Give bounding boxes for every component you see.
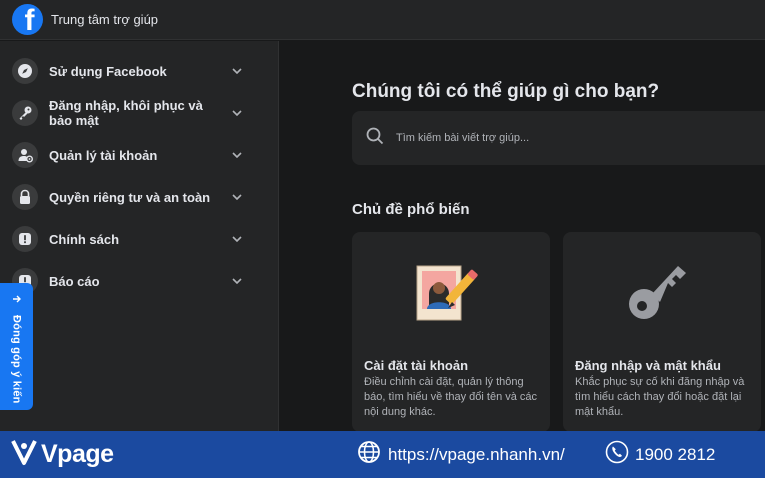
card-title: Đăng nhập và mật khẩu xyxy=(575,358,721,373)
brand-name: Vpage xyxy=(41,440,114,468)
popular-topics-heading: Chủ đề phổ biến xyxy=(352,201,470,218)
vpage-logo-icon xyxy=(11,437,37,472)
chevron-down-icon xyxy=(229,189,245,205)
card-description: Khắc phục sự cố khi đăng nhập và tìm hiể… xyxy=(575,376,745,418)
sidebar-item-label: Báo cáo xyxy=(49,273,100,289)
sidebar-item-label: Chính sách xyxy=(49,231,120,247)
globe-icon xyxy=(357,440,381,469)
card-description: Điều chỉnh cài đặt, quản lý thông báo, t… xyxy=(364,376,538,418)
phone-icon xyxy=(605,440,629,469)
sidebar-item-reports[interactable]: Báo cáo xyxy=(0,260,278,302)
phone-link[interactable]: 1900 2812 xyxy=(605,431,715,478)
chevron-down-icon xyxy=(229,273,245,289)
topic-card-account-settings[interactable]: Cài đặt tài khoản Điều chỉnh cài đặt, qu… xyxy=(352,232,550,432)
chevron-down-icon xyxy=(229,105,245,121)
key-illustration xyxy=(563,252,761,332)
top-header: f Trung tâm trợ giúp xyxy=(0,0,765,40)
arrow-right-icon xyxy=(12,291,22,309)
sidebar-item-label: Sử dụng Facebook xyxy=(49,63,167,79)
topic-card-login-password[interactable]: Đăng nhập và mật khẩu Khắc phục sự cố kh… xyxy=(563,232,761,432)
feedback-label: Đóng góp ý kiến xyxy=(10,315,23,404)
app-title[interactable]: Trung tâm trợ giúp xyxy=(51,12,158,27)
account-settings-illustration xyxy=(352,252,550,332)
search-icon xyxy=(366,127,384,150)
page-title: Chúng tôi có thể giúp gì cho bạn? xyxy=(352,81,660,102)
brand-logo: Vpage xyxy=(11,437,114,472)
facebook-logo-icon[interactable]: f xyxy=(12,4,43,35)
alert-icon xyxy=(12,226,38,252)
website-link[interactable]: https://vpage.nhanh.vn/ xyxy=(357,431,565,478)
brand-banner: Vpage https://vpage.nhanh.vn/ 1900 2812 xyxy=(0,431,765,478)
phone-number: 1900 2812 xyxy=(635,444,716,464)
search-input[interactable]: Tìm kiếm bài viết trợ giúp... xyxy=(352,111,765,165)
sidebar: Sử dụng Facebook Đăng nhập, khôi phục và… xyxy=(0,41,279,431)
sidebar-item-label: Quản lý tài khoản xyxy=(49,147,158,163)
key-icon xyxy=(12,100,38,126)
sidebar-item-label: Quyền riêng tư và an toàn xyxy=(49,189,211,205)
chevron-down-icon xyxy=(229,231,245,247)
sidebar-item-using-facebook[interactable]: Sử dụng Facebook xyxy=(0,50,278,92)
sidebar-item-account-management[interactable]: Quản lý tài khoản xyxy=(0,134,278,176)
compass-icon xyxy=(12,58,38,84)
user-settings-icon xyxy=(12,142,38,168)
card-title: Cài đặt tài khoản xyxy=(364,358,469,373)
sidebar-item-policies[interactable]: Chính sách xyxy=(0,218,278,260)
sidebar-item-label: Đăng nhập, khôi phục và bảo mật xyxy=(49,98,203,128)
chevron-down-icon xyxy=(229,147,245,163)
sidebar-item-login-security[interactable]: Đăng nhập, khôi phục và bảo mật xyxy=(0,92,278,134)
chevron-down-icon xyxy=(229,63,245,79)
main-content: Chúng tôi có thể giúp gì cho bạn? Tìm ki… xyxy=(279,41,765,432)
lock-icon xyxy=(12,184,38,210)
search-placeholder: Tìm kiếm bài viết trợ giúp... xyxy=(396,132,530,144)
feedback-tab[interactable]: Đóng góp ý kiến xyxy=(0,283,33,410)
sidebar-item-privacy-safety[interactable]: Quyền riêng tư và an toàn xyxy=(0,176,278,218)
website-url: https://vpage.nhanh.vn/ xyxy=(388,444,565,464)
